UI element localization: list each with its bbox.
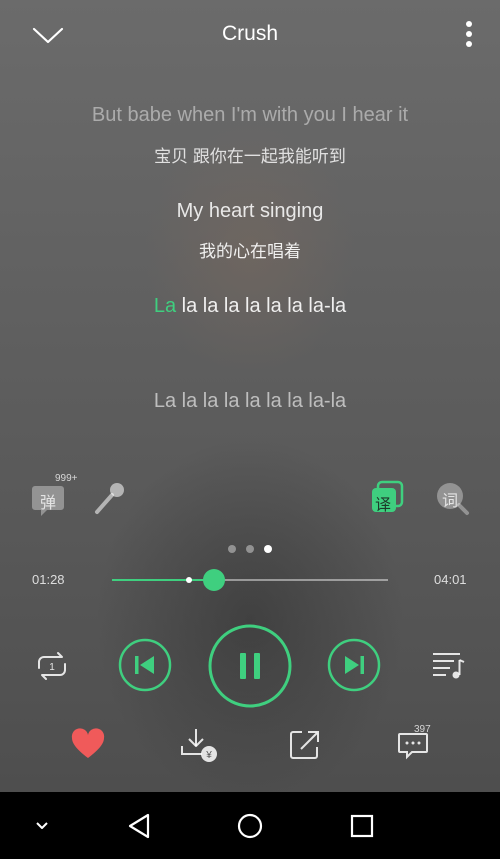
next-button[interactable]	[327, 638, 381, 692]
lyric-line-cn[interactable]: 宝贝 跟你在一起我能听到	[0, 142, 500, 167]
share-icon	[290, 731, 319, 759]
playback-controls: 1	[0, 620, 500, 712]
translate-button[interactable]: 译	[370, 480, 404, 516]
danmaku-button[interactable]: 弹	[32, 480, 66, 520]
lyrics-search-label: 词	[442, 493, 459, 510]
like-button[interactable]	[70, 728, 106, 760]
repeat-mode-button[interactable]: 1	[33, 648, 71, 684]
download-icon: ¥	[181, 729, 217, 762]
nav-recents-icon	[350, 814, 374, 838]
header: Crush	[0, 0, 500, 70]
svg-text:¥: ¥	[205, 750, 212, 761]
karaoke-button[interactable]	[92, 479, 128, 517]
played-fill	[112, 579, 215, 581]
page-dot[interactable]	[246, 545, 254, 553]
nav-home-button[interactable]	[234, 810, 266, 842]
repeat-one-icon: 1	[38, 652, 66, 680]
progress-bar[interactable]	[112, 569, 388, 591]
page-indicator	[0, 540, 500, 558]
pause-icon	[208, 624, 292, 708]
lyrics-toolbar: 弹 999+ 译 词	[0, 473, 500, 525]
microphone-icon	[95, 483, 124, 514]
translate-label: 译	[375, 497, 392, 514]
progress-row: 01:28 04:01	[0, 566, 500, 596]
nav-back-button[interactable]	[124, 810, 156, 842]
svg-text:1: 1	[49, 662, 55, 673]
previous-icon	[118, 638, 172, 692]
current-time: 01:28	[32, 572, 65, 587]
song-actions: ¥ 397	[0, 722, 500, 768]
heart-icon	[71, 728, 105, 758]
share-button[interactable]	[288, 728, 322, 762]
lyric-sung-part: La	[153, 295, 177, 317]
more-vertical-icon	[466, 21, 472, 47]
seek-thumb[interactable]	[203, 569, 226, 591]
lyric-line-en[interactable]: But babe when I'm with you I hear it	[0, 104, 500, 127]
danmaku-count-badge: 999+	[55, 473, 78, 484]
playlist-button[interactable]	[430, 648, 466, 682]
previous-button[interactable]	[118, 638, 172, 692]
nav-recents-button[interactable]	[346, 810, 378, 842]
nav-home-icon	[237, 813, 263, 839]
song-title: Crush	[221, 22, 279, 45]
nav-down-icon	[36, 822, 48, 829]
lyric-line-cn[interactable]: 我的心在唱着	[0, 237, 500, 262]
page-dot[interactable]	[228, 545, 236, 553]
nav-down-button[interactable]	[30, 814, 54, 838]
buffer-marker	[186, 577, 193, 583]
next-icon	[327, 638, 381, 692]
comment-count-badge: 397	[414, 724, 431, 735]
page-dot-active[interactable]	[264, 545, 272, 553]
lyrics-search-button[interactable]: 词	[435, 481, 471, 517]
lyric-line-en[interactable]: La la la la la la la la-la	[0, 390, 500, 413]
pause-button[interactable]	[207, 623, 293, 709]
system-nav-bar	[0, 792, 500, 859]
download-button[interactable]: ¥	[180, 726, 220, 766]
danmaku-label: 弹	[40, 495, 57, 512]
lyric-unsung-part: la la la la la la la-la	[176, 295, 347, 317]
more-button[interactable]	[455, 18, 483, 52]
playlist-icon	[433, 653, 465, 679]
total-time: 04:01	[434, 572, 467, 587]
nav-back-icon	[128, 813, 150, 839]
lyric-line-en[interactable]: My heart singing	[0, 200, 500, 223]
lyric-line-current[interactable]: La la la la la la la la-la	[0, 295, 500, 318]
